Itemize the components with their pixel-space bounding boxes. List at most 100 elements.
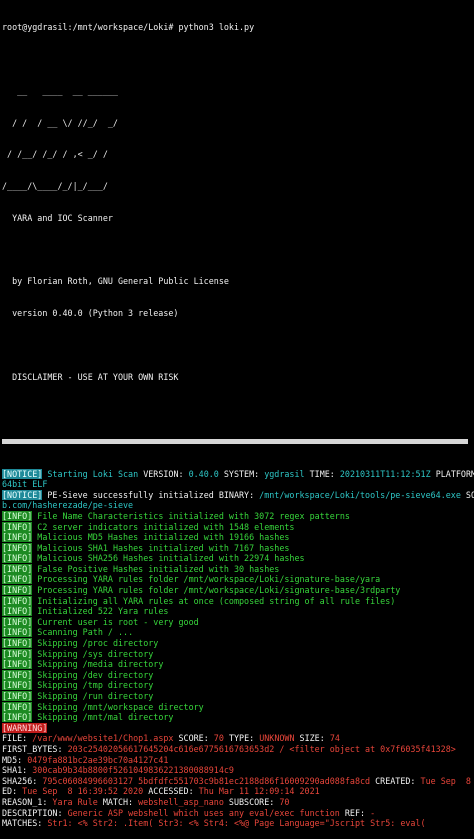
log-level-badge: [INFO]: [2, 691, 33, 701]
log-level-badge: [INFO]: [2, 521, 33, 532]
log-text: SCORE:: [178, 733, 214, 744]
log-level-badge: [INFO]: [2, 553, 33, 564]
log-line: MATCHES: Str1: <% Str2: .Item( Str3: <% …: [2, 818, 474, 829]
log-line: [INFO] Skipping /mnt/workspace directory: [2, 701, 474, 713]
log-level-badge: [INFO]: [2, 616, 33, 627]
log-line: [INFO] Initializing all YARA rules at on…: [2, 595, 474, 607]
log-text: Thu Mar 11 12:09:14 2021: [198, 786, 320, 797]
log-text: File Name Characteristics initialized wi…: [32, 510, 350, 521]
log-text: Str1: <% Str2: .Item( Str3: <% Str4: <%@…: [47, 818, 426, 829]
log-text: SHA1:: [2, 765, 33, 776]
log-line: [INFO] Skipping /media directory: [2, 659, 474, 670]
log-text: Skipping /run directory: [32, 691, 154, 701]
log-text: MATCH:: [102, 796, 139, 807]
log-line: [INFO] File Name Characteristics initial…: [2, 510, 474, 522]
log-text: Malicious SHA256 Hashes initialized with…: [32, 553, 305, 564]
banner-version: version 0.40.0 (Python 3 release): [2, 308, 179, 319]
log-line: FIRST_BYTES: 203c25402056617645204c616e6…: [2, 744, 474, 755]
log-text: Initialized 522 Yara rules: [32, 606, 169, 617]
log-text: 64bit ELF: [2, 479, 48, 490]
log-line: b.com/hasherezade/pe-sieve: [2, 500, 474, 511]
terminal-window[interactable]: root@ygdrasil:/mnt/workspace/Loki# pytho…: [2, 1, 474, 828]
log-level-badge: [INFO]: [2, 542, 33, 553]
log-text: SYSTEM:: [223, 468, 265, 479]
log-line: [INFO] Scanning Path / ...: [2, 627, 474, 638]
log-text: Malicious SHA1 Hashes initialized with 7…: [32, 542, 290, 553]
log-line: [INFO] Initialized 522 Yara rules: [2, 606, 474, 617]
logo-line-3: / /__/ /_/ / ,< _/ /: [2, 149, 108, 160]
log-line: [INFO] Skipping /proc directory: [2, 638, 474, 649]
log-line: 64bit ELF: [2, 479, 474, 490]
log-line: [WARNING]: [2, 722, 474, 734]
log-level-badge: [INFO]: [2, 585, 33, 596]
log-text: ED:: [2, 786, 23, 797]
scan-log: [NOTICE] Starting Loki Scan VERSION: 0.4…: [2, 468, 474, 829]
log-text: Skipping /media directory: [32, 659, 164, 670]
log-text: Processing YARA rules folder /mnt/worksp…: [32, 574, 381, 585]
log-text: Skipping /mnt/mal directory: [32, 712, 174, 723]
log-text: 0.40.0: [188, 468, 224, 479]
log-text: Yara Rule: [52, 796, 103, 807]
log-line: FILE: /var/www/website1/Chop1.aspx SCORE…: [2, 733, 474, 744]
log-level-badge: [INFO]: [2, 680, 33, 691]
log-line: [INFO] Processing YARA rules folder /mnt…: [2, 585, 474, 596]
log-text: SIZE:: [299, 733, 330, 744]
log-line: [INFO] Processing YARA rules folder /mnt…: [2, 574, 474, 585]
log-text: DESCRIPTION:: [2, 807, 68, 818]
log-line: [INFO] False Positive Hashes initialized…: [2, 563, 474, 575]
log-line: [NOTICE] PE-Sieve successfully initializ…: [2, 489, 474, 501]
log-level-badge: [INFO]: [2, 606, 33, 617]
log-line: [INFO] Skipping /sys directory: [2, 648, 474, 660]
log-line: [INFO] Malicious SHA256 Hashes initializ…: [2, 553, 474, 564]
log-level-badge: [INFO]: [2, 712, 33, 723]
log-text: 70: [213, 733, 229, 744]
log-level-badge: [INFO]: [2, 659, 33, 670]
log-text: Processing YARA rules folder /mnt/worksp…: [32, 585, 401, 596]
log-text: MATCHES:: [2, 818, 48, 829]
log-text: FIRST_BYTES:: [2, 743, 68, 754]
log-text: Skipping /mnt/workspace directory: [32, 701, 204, 712]
log-line: [INFO] Skipping /dev directory: [2, 669, 474, 681]
log-line: REASON_1: Yara Rule MATCH: webshell_asp_…: [2, 797, 474, 808]
log-level-badge: [INFO]: [2, 669, 33, 680]
log-line: [INFO] Malicious SHA1 Hashes initialized…: [2, 542, 474, 554]
log-line: [INFO] C2 server indicators initialized …: [2, 521, 474, 533]
log-level-badge: [INFO]: [2, 627, 33, 638]
banner-separator: [2, 439, 468, 445]
log-line: ED: Tue Sep 8 16:39:52 2020 ACCESSED: Th…: [2, 786, 474, 797]
shell-prompt-line: root@ygdrasil:/mnt/workspace/Loki# pytho…: [2, 22, 255, 33]
log-text: /var/www/website1/Chop1.aspx: [32, 733, 179, 744]
log-level-badge: [NOTICE]: [2, 489, 43, 500]
log-level-badge: [INFO]: [2, 701, 33, 712]
banner-subtitle: YARA and IOC Scanner: [2, 212, 113, 223]
log-text: Malicious MD5 Hashes initialized with 19…: [32, 532, 290, 543]
log-text: ACCESSED:: [148, 786, 199, 797]
log-line: SHA1: 300cab9b34b8800f526104983622138008…: [2, 765, 474, 776]
log-text: Generic ASP webshell which uses any eval…: [67, 807, 345, 818]
log-text: Current user is root - very good: [32, 616, 199, 627]
log-text: Skipping /tmp directory: [32, 680, 154, 691]
log-text: TIME:: [309, 468, 340, 479]
log-line: [NOTICE] Starting Loki Scan VERSION: 0.4…: [2, 468, 474, 480]
log-text: SHA256:: [2, 775, 43, 786]
log-text: Skipping /proc directory: [32, 638, 159, 649]
log-text: REASON_1:: [2, 796, 53, 807]
log-text: 70: [279, 796, 290, 807]
banner-author: by Florian Roth, GNU General Public Lice…: [2, 276, 229, 287]
log-level-badge: [WARNING]: [2, 722, 48, 733]
log-line: SHA256: 795c06084996603127 5bdfdfc551703…: [2, 776, 474, 787]
log-level-badge: [INFO]: [2, 510, 33, 521]
log-text: -: [370, 807, 376, 818]
log-text: TYPE:: [228, 733, 260, 744]
logo-line-4: /____/\____/_/|_/___/: [2, 181, 108, 192]
log-line: MD5: 0479fa881bc2ae39bc70a4127c41: [2, 755, 474, 766]
log-line: DESCRIPTION: Generic ASP webshell which …: [2, 808, 474, 819]
log-text: b.com/hasherezade/pe-sieve: [2, 500, 134, 511]
log-text: PLATFORM: PROC: ARCH:: [435, 468, 474, 479]
log-level-badge: [INFO]: [2, 648, 33, 659]
log-level-badge: [INFO]: [2, 563, 33, 574]
